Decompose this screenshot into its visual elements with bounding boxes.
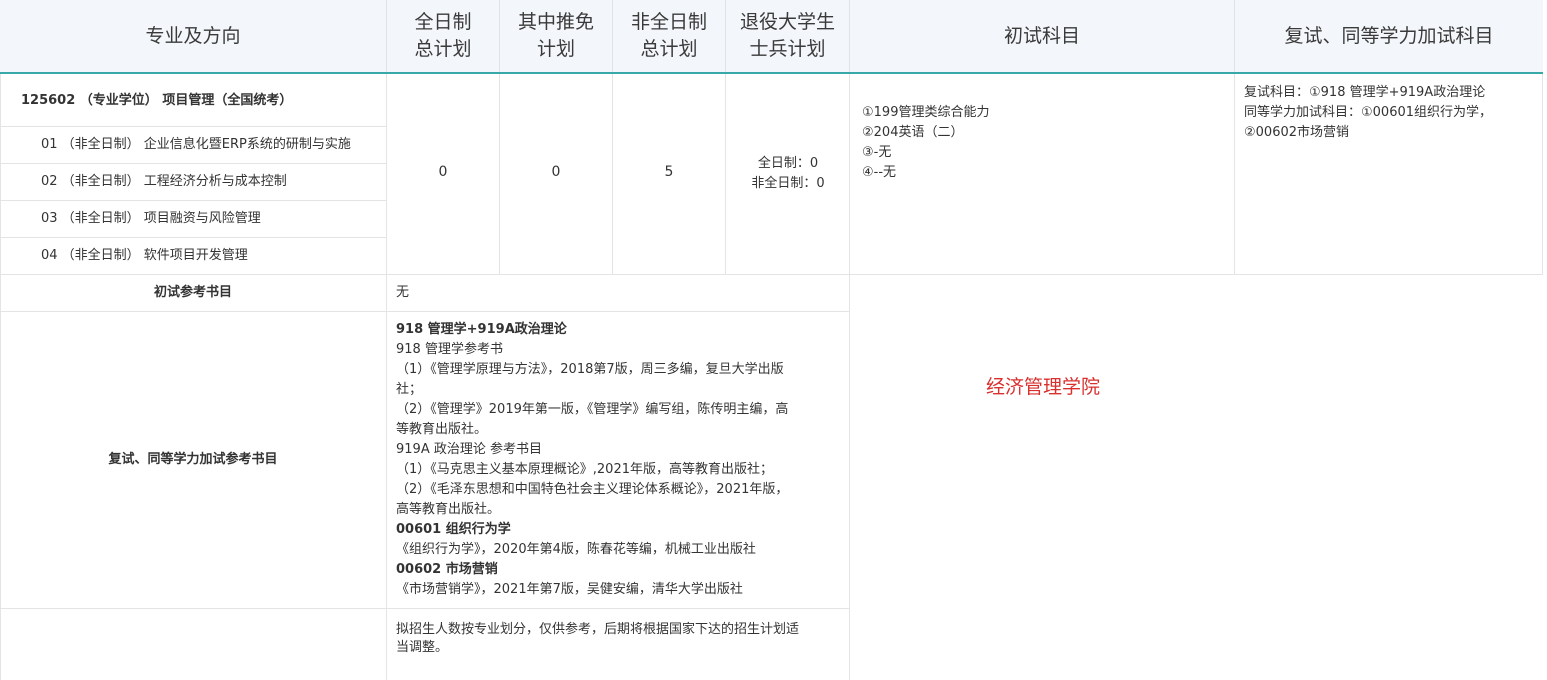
note-line: 拟招生人数按专业划分，仅供参考，后期将根据国家下达的招生计划适 (396, 622, 800, 637)
retest-ref-line: （1）《马克思主义基本原理概论》,2021年版，高等教育出版社； (396, 462, 773, 477)
retest-ref-line: 等教育出版社。 (396, 422, 488, 437)
initial-subject-item: ④--无 (862, 165, 897, 180)
header-initial-subjects: 初试科目 (850, 0, 1235, 72)
retest-ref-line: 《组织行为学》，2020年第4版，陈春花等编，机械工业出版社 (396, 542, 756, 557)
college-name: 经济管理学院 (986, 376, 1101, 398)
direction-item: 04 （非全日制） 软件项目开发管理 (41, 248, 248, 263)
retest-ref-line: 919A 政治理论 参考书目 (396, 442, 542, 457)
direction-item: 01 （非全日制） 企业信息化暨ERP系统的研制与实施 (41, 137, 351, 152)
header-soldier-plan: 退役大学生 士兵计划 (726, 0, 850, 72)
retest-ref-line: （2）《管理学》2019年第一版，《管理学》编写组，陈传明主编，高 (396, 402, 789, 417)
fulltime-total: 0 (438, 164, 448, 180)
direction-item: 02 （非全日制） 工程经济分析与成本控制 (41, 174, 287, 189)
header-divider (0, 72, 1543, 74)
retest-ref-line: （1）《管理学原理与方法》，2018第7版，周三多编，复旦大学出版 (396, 362, 784, 377)
retest-ref-line: 社； (396, 382, 423, 397)
exempt-count: 0 (551, 164, 561, 180)
header-exempt-plan: 其中推免 计划 (500, 0, 613, 72)
retest-ref-line: 《市场营销学》，2021年第7版，吴健安编，清华大学出版社 (396, 582, 743, 597)
initial-refs-label: 初试参考书目 (153, 285, 232, 300)
retest-ref-line: （2）《毛泽东思想和中国特色社会主义理论体系概论》，2021年版， (396, 482, 789, 497)
direction-item: 03 （非全日制） 项目融资与风险管理 (41, 211, 261, 226)
retest-subject-line: ②00602市场营销 (1244, 125, 1350, 140)
retest-ref-line: 918 管理学参考书 (396, 342, 503, 357)
header-retest-subjects: 复试、同等学力加试科目 (1235, 0, 1543, 72)
initial-subject-item: ②204英语（二） (862, 125, 964, 140)
retest-refs-label: 复试、同等学力加试参考书目 (108, 452, 278, 467)
retest-ref-line: 高等教育出版社。 (396, 502, 501, 517)
header-parttime-plan: 非全日制 总计划 (613, 0, 726, 72)
retest-subject-line: 同等学力加试科目：①00601组织行为学， (1244, 105, 1493, 120)
initial-refs-value: 无 (396, 285, 410, 300)
initial-subject-item: ③-无 (862, 145, 892, 160)
retest-ref-line: 00601 组织行为学 (396, 522, 511, 537)
program-title: 125602 （专业学位） 项目管理（全国统考） (21, 93, 293, 108)
header-fulltime-plan: 全日制 总计划 (387, 0, 500, 72)
parttime-total: 5 (664, 164, 674, 180)
retest-subject-line: 复试科目：①918 管理学+919A政治理论 (1244, 85, 1486, 100)
retest-ref-line: 00602 市场营销 (396, 562, 498, 577)
initial-subject-item: ①199管理类综合能力 (862, 105, 990, 120)
header-major: 专业及方向 (0, 0, 387, 72)
note-line: 当调整。 (396, 640, 449, 655)
retest-ref-line: 918 管理学+919A政治理论 (396, 322, 567, 337)
soldier-fulltime: 全日制：0 (757, 156, 819, 171)
soldier-parttime: 非全日制：0 (751, 176, 825, 191)
